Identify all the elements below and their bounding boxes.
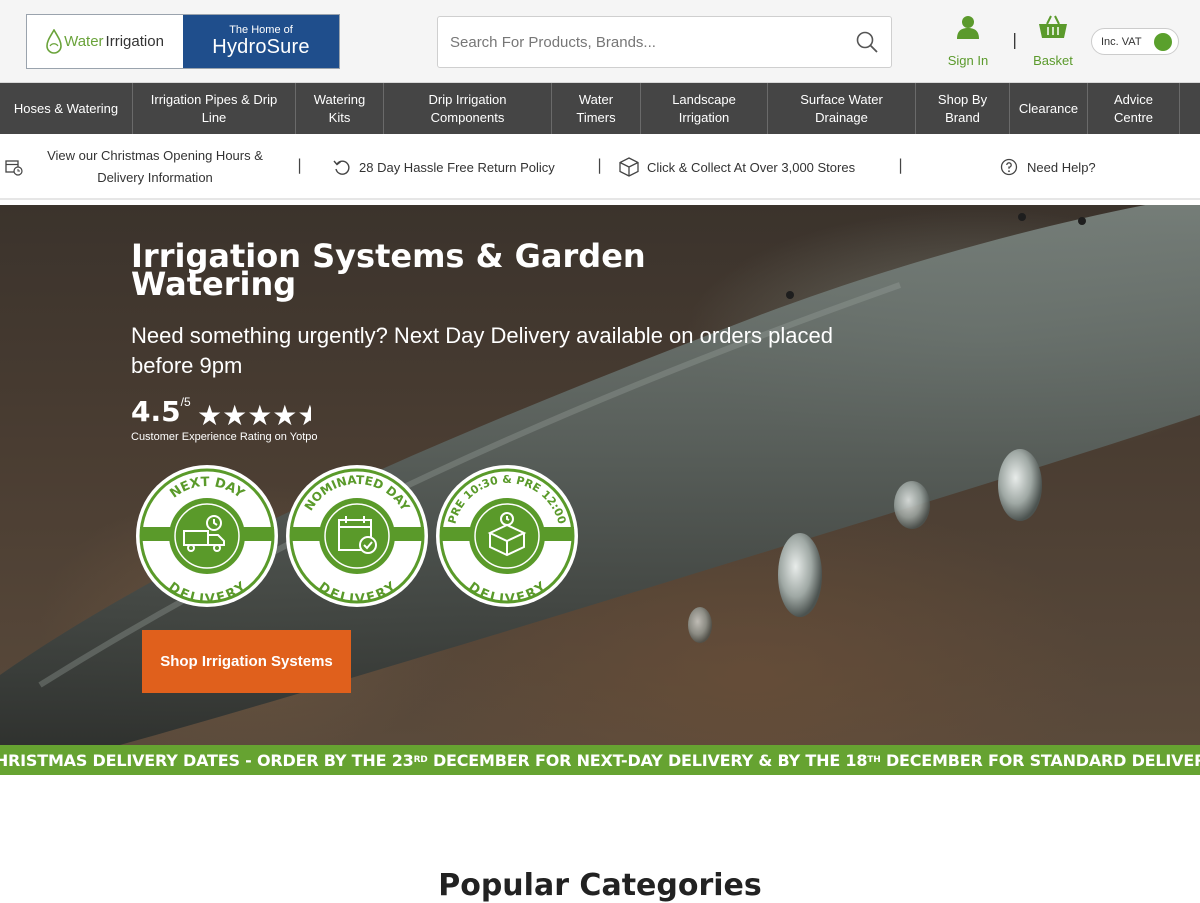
search-bar: [437, 16, 892, 68]
next-day-delivery-badge: NEXT DAY DELIVERY: [136, 465, 278, 607]
basket-button[interactable]: Basket: [1026, 14, 1080, 68]
logo-text-irrigation: Irrigation: [105, 33, 164, 50]
logo-tagline: The Home of: [229, 24, 293, 36]
christmas-delivery-banner[interactable]: CHRISTMAS DELIVERY DATES - ORDER BY THE …: [0, 745, 1200, 775]
christmas-hours-text: View our Christmas Opening Hours & Deliv…: [47, 148, 263, 185]
calendar-clock-icon: [5, 160, 23, 176]
click-collect-text: Click & Collect At Over 3,000 Stores: [647, 159, 856, 175]
nominated-day-delivery-badge: NOMINATED DAY DELIVERY: [286, 465, 428, 607]
package-box-icon: [619, 157, 639, 177]
return-arrow-icon: [333, 160, 350, 175]
sign-in-label: Sign In: [947, 53, 989, 68]
hydrosure-logo: The Home of HydroSure: [183, 15, 339, 68]
info-separator: |: [297, 156, 303, 174]
yotpo-rating: 4.5/5 ★★★★★ Customer Experience Rating o…: [131, 395, 318, 443]
nav-item-watering-kits[interactable]: Watering Kits: [296, 83, 384, 134]
returns-text: 28 Day Hassle Free Return Policy: [359, 159, 555, 175]
nav-item-shop-by-brand[interactable]: Shop By Brand: [916, 83, 1010, 134]
nav-item-advice-centre[interactable]: Advice Centre: [1088, 83, 1180, 134]
water-irrigation-logo: Water Irrigation: [27, 15, 183, 68]
logo-hydrosure-text: HydroSure: [212, 36, 310, 58]
vat-toggle-knob: [1154, 33, 1172, 51]
info-strip: View our Christmas Opening Hours & Deliv…: [0, 134, 1200, 200]
christmas-hours-link[interactable]: View our Christmas Opening Hours & Deliv…: [5, 134, 290, 200]
hero-subtitle: Need something urgently? Next Day Delive…: [131, 323, 833, 378]
nav-item-landscape-irrigation[interactable]: Landscape Irrigation: [641, 83, 768, 134]
vat-toggle-label: Inc. VAT: [1101, 35, 1142, 48]
need-help-text: Need Help?: [1027, 159, 1096, 175]
need-help-link[interactable]: Need Help?: [1000, 134, 1096, 200]
main-nav: Hoses & Watering Irrigation Pipes & Drip…: [0, 83, 1200, 134]
info-separator: |: [597, 156, 603, 174]
info-separator: |: [898, 156, 904, 174]
nav-item-irrigation-pipes[interactable]: Irrigation Pipes & Drip Line: [133, 83, 296, 134]
basket-label: Basket: [1033, 53, 1073, 68]
sign-in-button[interactable]: Sign In: [938, 14, 998, 68]
click-collect-link[interactable]: Click & Collect At Over 3,000 Stores: [619, 134, 855, 200]
help-circle-icon: [1000, 158, 1018, 176]
banner-text-2: DECEMBER FOR NEXT-DAY DELIVERY & BY THE …: [427, 750, 868, 770]
site-header: WaterIrrigation The Home of HydroSure Si…: [0, 0, 1200, 83]
water-drop-logo-icon: [46, 28, 62, 54]
header-divider: |: [1012, 30, 1018, 49]
nav-item-drip-irrigation-components[interactable]: Drip Irrigation Components: [384, 83, 552, 134]
popular-categories-heading: Popular Categories: [438, 868, 762, 903]
nav-item-water-timers[interactable]: Water Timers: [552, 83, 641, 134]
search-input[interactable]: [438, 17, 843, 67]
pre-1030-delivery-badge: PRE 10:30 & PRE 12:00 DELIVERY: [436, 465, 578, 607]
rating-out-of: /5: [180, 395, 191, 409]
user-icon: [957, 16, 979, 39]
logo-text-water: Water: [64, 33, 104, 50]
shop-irrigation-systems-button[interactable]: Shop Irrigation Systems: [142, 630, 351, 693]
vat-toggle[interactable]: Inc. VAT: [1091, 28, 1179, 55]
banner-sup-rd: RD: [413, 755, 428, 765]
returns-policy-link[interactable]: 28 Day Hassle Free Return Policy: [333, 134, 555, 200]
banner-text-3: DECEMBER FOR STANDARD DELIVERY: [880, 750, 1200, 770]
hero-banner: Irrigation Systems & Garden Watering Nee…: [0, 205, 1200, 745]
nav-item-surface-water-drainage[interactable]: Surface Water Drainage: [768, 83, 916, 134]
basket-icon: [1039, 15, 1067, 38]
half-star-icon: ★: [297, 399, 312, 432]
nav-item-clearance[interactable]: Clearance: [1010, 83, 1088, 134]
banner-text-1: CHRISTMAS DELIVERY DATES - ORDER BY THE …: [0, 750, 414, 770]
nav-item-hoses-watering[interactable]: Hoses & Watering: [0, 83, 133, 134]
rating-stars-icon: ★★★★★: [197, 399, 311, 432]
site-logo[interactable]: Water Irrigation The Home of HydroSure: [26, 14, 340, 69]
banner-sup-th: TH: [867, 755, 881, 765]
search-icon[interactable]: [843, 17, 891, 67]
hero-title: Irrigation Systems & Garden Watering: [131, 237, 646, 303]
rating-stars-full: ★★★★: [197, 399, 298, 432]
rating-caption: Customer Experience Rating on Yotpo: [131, 431, 318, 443]
rating-score: 4.5: [131, 395, 181, 428]
